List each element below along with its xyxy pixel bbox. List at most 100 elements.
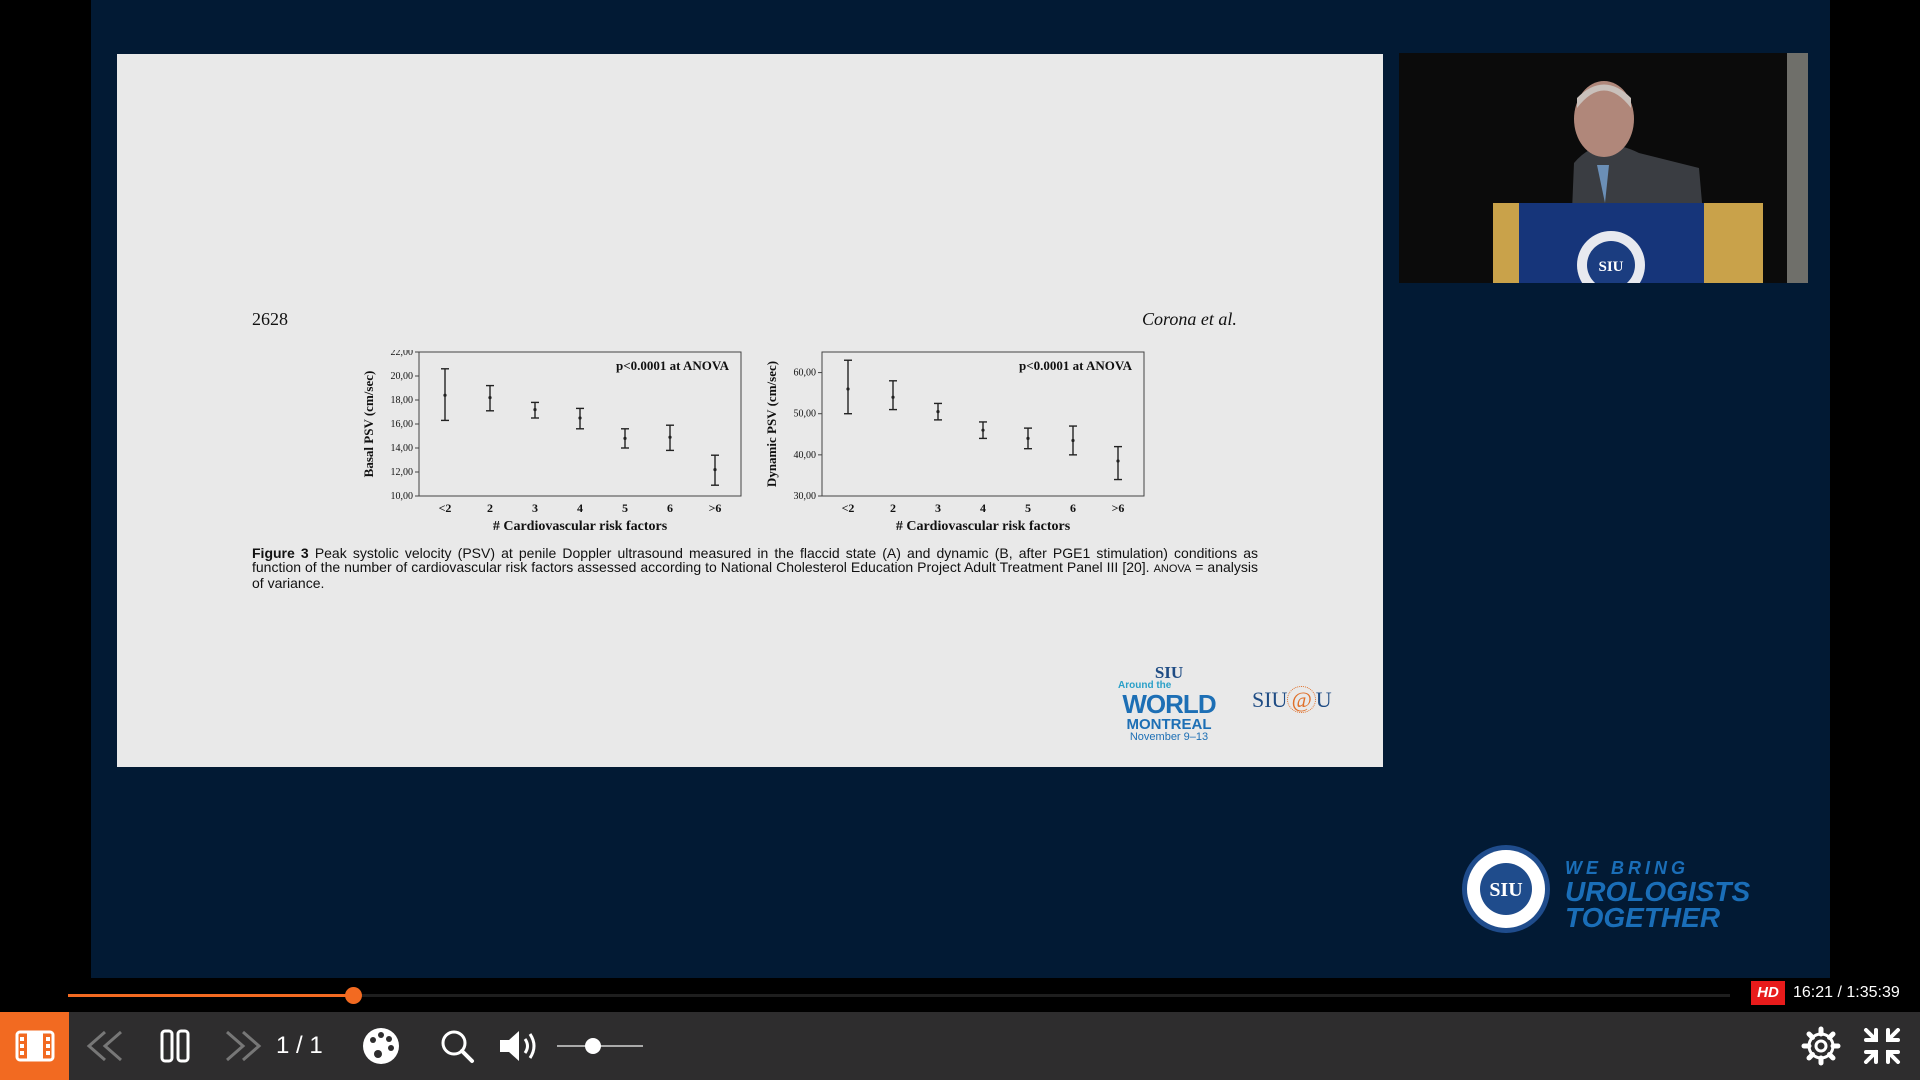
pause-icon bbox=[160, 1029, 190, 1063]
logo-city-text: MONTREAL bbox=[1126, 716, 1212, 733]
mean-point bbox=[488, 396, 492, 400]
error-bar bbox=[979, 421, 987, 440]
siu-at-u-logo: SIU @ U bbox=[1252, 686, 1332, 713]
y-tick-label: 12,00 bbox=[391, 467, 414, 478]
error-bar bbox=[844, 359, 852, 415]
mean-point bbox=[846, 387, 850, 391]
mean-point bbox=[623, 436, 627, 440]
x-tick-label: 4 bbox=[980, 501, 986, 515]
speaker-video: SIU bbox=[1399, 53, 1808, 283]
brand-tagline: WE BRING UROLOGISTS TOGETHER bbox=[1565, 858, 1750, 933]
siu-at-u-left: SIU bbox=[1252, 687, 1288, 712]
mean-point bbox=[936, 410, 940, 414]
mean-point bbox=[533, 408, 537, 412]
siu-at-u-at: @ bbox=[1287, 686, 1316, 713]
x-tick-label: 6 bbox=[1070, 501, 1076, 515]
figure-caption: Figure 3 Peak systolic velocity (PSV) at… bbox=[252, 546, 1258, 590]
error-bar bbox=[666, 424, 674, 452]
error-bar bbox=[621, 428, 629, 449]
search-button[interactable] bbox=[432, 1012, 482, 1080]
y-axis-label: Dynamic PSV (cm/sec) bbox=[764, 361, 779, 487]
x-tick-label: 4 bbox=[577, 501, 583, 515]
presentation-slide: 2628 Corona et al. Basal PSV (cm/sec) # … bbox=[117, 54, 1383, 767]
mean-point bbox=[668, 435, 672, 439]
mean-point bbox=[1116, 459, 1120, 463]
y-tick-label: 30,00 bbox=[794, 491, 817, 502]
y-tick-label: 14,00 bbox=[391, 443, 414, 454]
progress-bar[interactable] bbox=[68, 987, 1730, 1004]
chart-annotation: p<0.0001 at ANOVA bbox=[1019, 358, 1133, 373]
volume-slider[interactable] bbox=[557, 1038, 643, 1054]
error-bar bbox=[1114, 445, 1122, 481]
error-bar bbox=[889, 380, 897, 411]
x-axis-label: # Cardiovascular risk factors bbox=[493, 519, 668, 534]
caption-anova: ANOVA bbox=[1153, 563, 1192, 575]
x-tick-label: 6 bbox=[667, 501, 673, 515]
paper-page-number: 2628 bbox=[252, 309, 288, 329]
slide-counter: 1 / 1 bbox=[276, 1032, 323, 1059]
y-tick-label: 16,00 bbox=[391, 419, 414, 430]
logo-world-text: WORLD bbox=[1122, 689, 1216, 719]
speaker-image: SIU bbox=[1399, 53, 1808, 283]
progress-thumb[interactable] bbox=[345, 987, 363, 1004]
y-tick-label: 10,00 bbox=[391, 491, 414, 502]
progress-area: HD 16:21 / 1:35:39 bbox=[0, 978, 1920, 1012]
mean-point bbox=[578, 416, 582, 420]
x-tick-label: 3 bbox=[532, 501, 538, 515]
x-tick-label: 5 bbox=[622, 501, 628, 515]
y-tick-label: 50,00 bbox=[794, 409, 817, 420]
exit-fullscreen-icon bbox=[1864, 1028, 1900, 1064]
next-slide-button[interactable] bbox=[215, 1012, 270, 1080]
mean-point bbox=[1026, 436, 1030, 440]
progress-fill bbox=[68, 994, 354, 997]
caption-text: Peak systolic velocity (PSV) at penile D… bbox=[252, 545, 1258, 575]
siu-seal-logo: SIU bbox=[1460, 843, 1552, 940]
siu-around-the-world-logo: SIU Around the WORLD MONTREAL November 9… bbox=[1114, 664, 1224, 743]
volume-icon bbox=[499, 1031, 535, 1061]
tagline-line-3: TOGETHER bbox=[1565, 902, 1721, 933]
gear-icon bbox=[1801, 1026, 1841, 1066]
mean-point bbox=[713, 468, 717, 472]
previous-slide-button[interactable] bbox=[80, 1012, 130, 1080]
logo-dates-text: November 9–13 bbox=[1129, 731, 1209, 743]
x-tick-label: 2 bbox=[890, 501, 896, 515]
palette-icon bbox=[363, 1028, 399, 1064]
y-tick-label: 18,00 bbox=[391, 395, 414, 406]
volume-button[interactable] bbox=[492, 1012, 547, 1080]
player-controls: 1 / 1 bbox=[0, 1012, 1920, 1080]
theme-button[interactable] bbox=[356, 1012, 406, 1080]
error-bar bbox=[486, 384, 494, 412]
y-tick-label: 22,00 bbox=[391, 350, 414, 358]
x-tick-label: <2 bbox=[842, 501, 855, 515]
time-display: 16:21 / 1:35:39 bbox=[1793, 984, 1900, 1001]
pause-button[interactable] bbox=[150, 1012, 200, 1080]
error-bar bbox=[934, 402, 942, 421]
siu-at-u-right: U bbox=[1315, 687, 1332, 712]
mean-point bbox=[891, 395, 895, 399]
x-tick-label: <2 bbox=[439, 501, 452, 515]
error-bar bbox=[1024, 427, 1032, 450]
error-bar bbox=[1069, 425, 1077, 456]
y-tick-label: 40,00 bbox=[794, 450, 817, 461]
volume-knob[interactable] bbox=[585, 1038, 602, 1054]
chart-annotation: p<0.0001 at ANOVA bbox=[616, 358, 730, 373]
x-tick-label: >6 bbox=[709, 501, 722, 515]
exit-fullscreen-button[interactable] bbox=[1857, 1012, 1907, 1080]
y-tick-label: 20,00 bbox=[391, 371, 414, 382]
double-chevron-right-icon bbox=[225, 1030, 261, 1062]
error-bar bbox=[531, 401, 539, 419]
error-bar bbox=[576, 407, 584, 430]
mean-point bbox=[981, 428, 985, 432]
double-chevron-left-icon bbox=[86, 1030, 122, 1062]
hd-badge[interactable]: HD bbox=[1751, 981, 1785, 1005]
y-axis-label: Basal PSV (cm/sec) bbox=[361, 371, 376, 478]
search-icon bbox=[441, 1030, 474, 1063]
slides-button[interactable] bbox=[0, 1012, 69, 1080]
settings-button[interactable] bbox=[1795, 1012, 1847, 1080]
film-icon bbox=[15, 1030, 54, 1062]
x-axis-label: # Cardiovascular risk factors bbox=[896, 519, 1071, 534]
paper-author: Corona et al. bbox=[1142, 309, 1237, 329]
podium-seal-text: SIU bbox=[1598, 259, 1623, 275]
mean-point bbox=[1071, 438, 1075, 443]
logo-siu-text: SIU bbox=[1154, 663, 1184, 682]
